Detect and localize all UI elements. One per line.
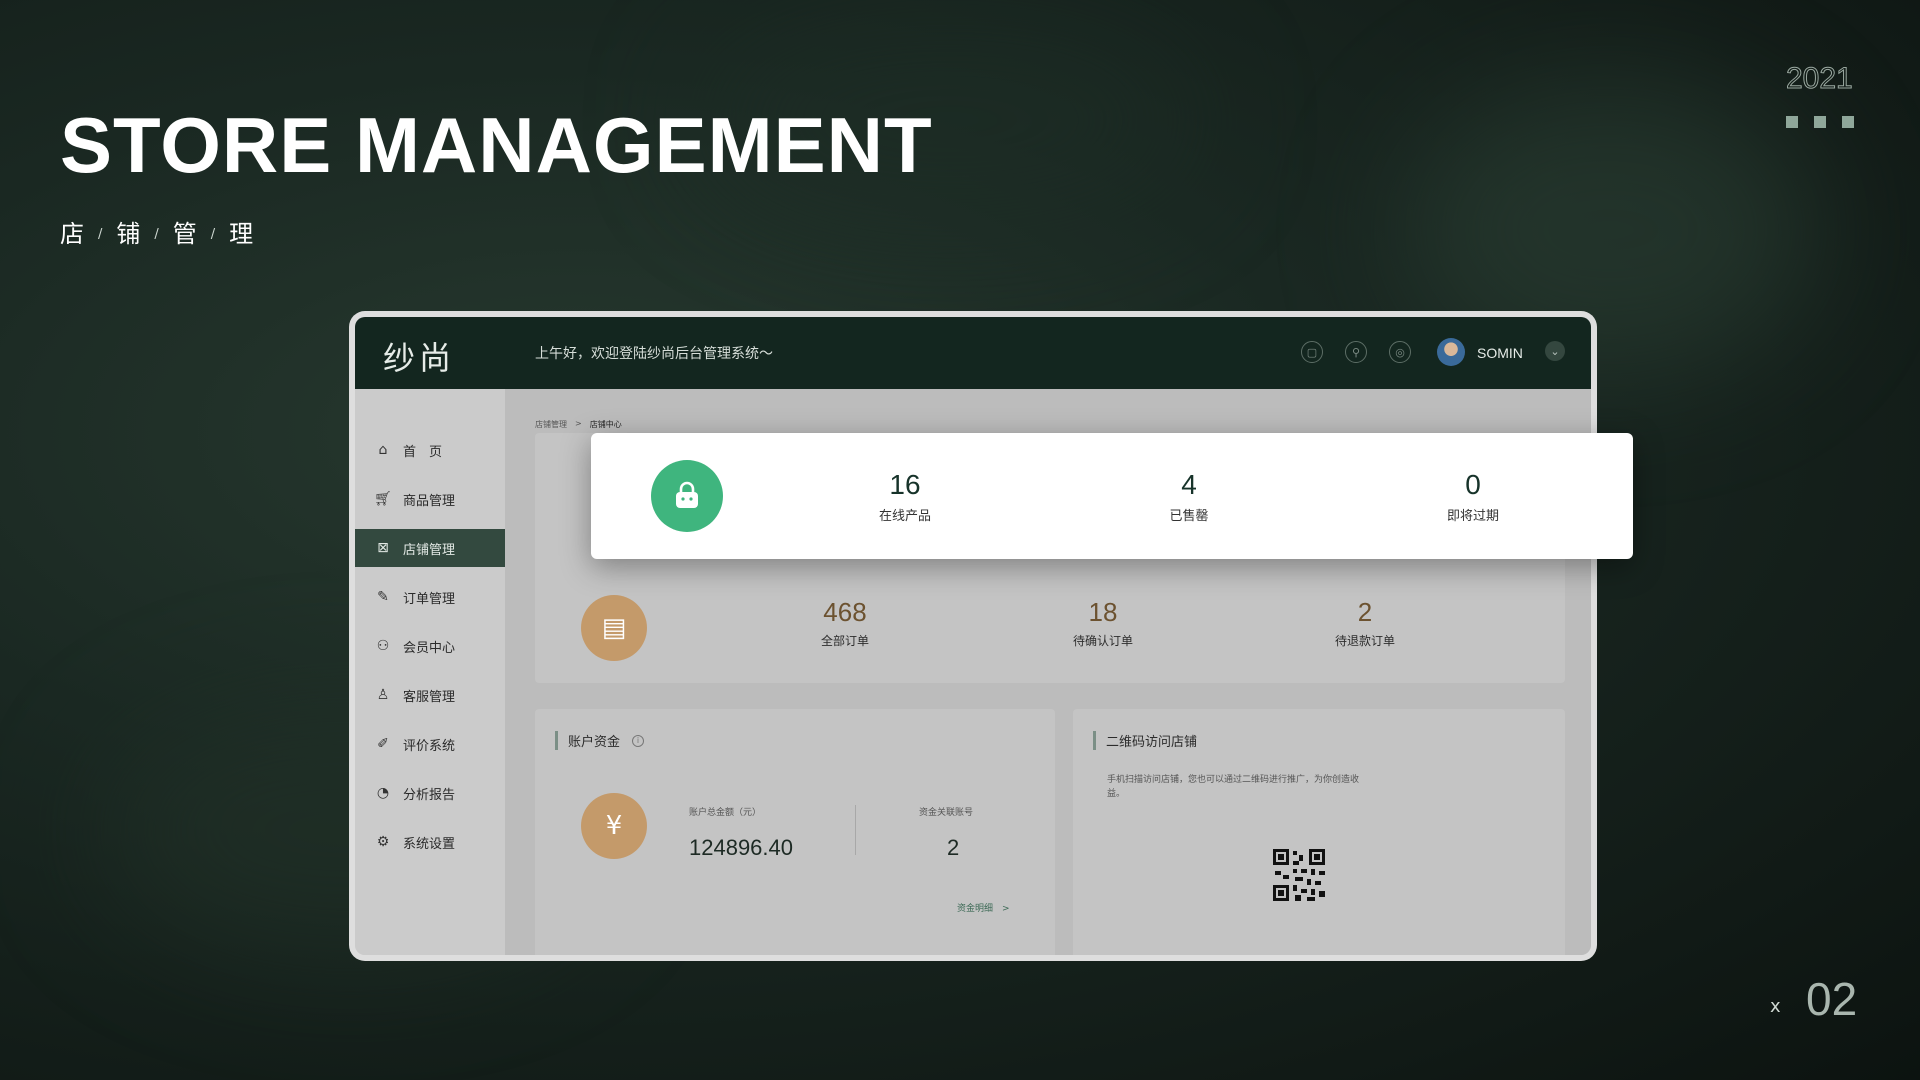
avatar[interactable] (1437, 338, 1465, 366)
page-number: 02 (1806, 973, 1858, 1025)
chart-icon: ◔ (376, 785, 390, 801)
sidebar-item-settings[interactable]: ⚙ 系统设置 (355, 823, 505, 861)
sidebar-item-label: 商品管理 (403, 493, 456, 509)
home-icon: ⌂ (378, 442, 388, 458)
sidebar-item-label: 系统设置 (403, 836, 456, 852)
stat-label: 在线产品 (878, 509, 931, 524)
subtitle-separator: / (154, 227, 159, 242)
sidebar-item-service[interactable]: ♙ 客服管理 (355, 676, 505, 714)
sidebar-item-label: 分析报告 (403, 787, 456, 803)
stat-label: 待退款订单 (1334, 634, 1395, 648)
total-amount-label: 账户总金额（元） (689, 808, 762, 818)
subtitle-separator: / (98, 227, 103, 242)
page-prefix: x (1770, 996, 1781, 1017)
calendar-icon: ▤ (581, 595, 647, 661)
stat-label: 全部订单 (820, 634, 869, 648)
message-icon[interactable]: ▢ (1301, 341, 1323, 363)
app-screen: 纱尚 上午好，欢迎登陆纱尚后台管理系统～ ▢ ⚲ ◎ SOMIN ⌄ ⌂ 首 页 … (355, 317, 1591, 955)
linked-accounts-value: 2 (947, 835, 960, 860)
card-title: 账户资金 i (555, 731, 645, 750)
breadcrumb-current: 店铺中心 (589, 420, 622, 429)
qr-code-icon[interactable] (1271, 847, 1327, 903)
shopping-bag-icon (651, 460, 723, 532)
sidebar-item-label: 客服管理 (403, 689, 456, 705)
qr-description: 手机扫描访问店铺，您也可以通过二维码进行推广，为你创造收益。 (1107, 775, 1360, 799)
sidebar-item-label: 订单管理 (403, 591, 456, 607)
sidebar-item-label: 店铺管理 (403, 542, 456, 558)
settings-icon[interactable]: ◎ (1389, 341, 1411, 363)
sidebar-item-orders[interactable]: ✎ 订单管理 (355, 578, 505, 616)
stat-label: 已售罄 (1169, 509, 1209, 524)
welcome-message: 上午好，欢迎登陆纱尚后台管理系统～ (535, 346, 773, 362)
product-stats-popup: 16 在线产品 4 已售罄 0 即将过期 (591, 433, 1633, 559)
breadcrumb: 店铺管理 > 店铺中心 (535, 419, 622, 430)
stat-all-orders[interactable]: 468 全部订单 (785, 597, 905, 649)
divider (855, 805, 856, 855)
funds-title: 账户资金 (568, 735, 621, 750)
slide-subtitle: 店 / 铺 / 管 / 理 (60, 214, 253, 249)
stat-pending-orders[interactable]: 18 待确认订单 (1043, 597, 1163, 649)
app-logo[interactable]: 纱尚 (383, 333, 455, 379)
sidebar-item-reports[interactable]: ◔ 分析报告 (355, 774, 505, 812)
sidebar-item-members[interactable]: ⚇ 会员中心 (355, 627, 505, 665)
stat-value: 468 (823, 597, 867, 627)
funds-detail-link[interactable]: 资金明细 > (957, 901, 1010, 914)
username[interactable]: SOMIN (1477, 345, 1523, 361)
funds-card: 账户资金 i ¥ 账户总金额（元） 124896.40 资金关联账号 2 资金明… (535, 709, 1055, 955)
qr-title: 二维码访问店铺 (1106, 735, 1198, 750)
card-title: 二维码访问店铺 (1093, 731, 1197, 750)
qr-card: 二维码访问店铺 手机扫描访问店铺，您也可以通过二维码进行推广，为你创造收益。 (1073, 709, 1565, 955)
subtitle-char: 铺 (116, 220, 141, 248)
subtitle-char: 店 (60, 220, 84, 248)
info-icon[interactable]: i (632, 734, 645, 747)
stat-expiring[interactable]: 0 即将过期 (1413, 469, 1533, 524)
stat-refund-orders[interactable]: 2 待退款订单 (1305, 597, 1425, 649)
edit-icon: ✎ (377, 589, 389, 605)
stat-value: 4 (1181, 469, 1197, 500)
linked-accounts-label: 资金关联账号 (919, 808, 974, 818)
sidebar-item-label: 评价系统 (403, 738, 456, 754)
subtitle-char: 管 (172, 220, 197, 248)
breadcrumb-separator: > (575, 419, 582, 428)
device-frame: 纱尚 上午好，欢迎登陆纱尚后台管理系统～ ▢ ⚲ ◎ SOMIN ⌄ ⌂ 首 页 … (349, 311, 1597, 961)
sidebar-item-label: 会员中心 (403, 640, 456, 656)
gear-icon: ⚙ (376, 834, 390, 850)
stat-value: 18 (1088, 597, 1118, 627)
stat-value: 0 (1465, 469, 1481, 500)
total-amount-value: 124896.40 (689, 835, 793, 860)
sidebar-item-store[interactable]: ⊠ 店铺管理 (355, 529, 505, 567)
stat-online-products[interactable]: 16 在线产品 (845, 469, 965, 524)
stat-value: 16 (889, 469, 921, 500)
slide-title: STORE MANAGEMENT (60, 101, 933, 189)
subtitle-separator: / (210, 227, 216, 242)
decorative-dots (1786, 116, 1854, 128)
chevron-down-icon[interactable]: ⌄ (1545, 341, 1565, 361)
search-icon[interactable]: ⚲ (1345, 341, 1367, 363)
user-icon: ♙ (376, 687, 390, 703)
store-icon: ⊠ (377, 540, 389, 556)
top-bar: 纱尚 上午好，欢迎登陆纱尚后台管理系统～ ▢ ⚲ ◎ SOMIN ⌄ (355, 317, 1591, 389)
yuan-icon: ¥ (581, 793, 647, 859)
sidebar-item-products[interactable]: 🛒︎ 商品管理 (355, 480, 505, 518)
slide-year: 2021 (1786, 62, 1854, 96)
sidebar: ⌂ 首 页 🛒︎ 商品管理 ⊠ 店铺管理 ✎ 订单管理 ⚇ 会员中心 ♙ 客服管理 ✐ 评价系… (355, 389, 505, 955)
stat-sold-out[interactable]: 4 已售罄 (1129, 469, 1249, 524)
stat-value: 2 (1357, 597, 1373, 627)
stat-label: 即将过期 (1446, 509, 1499, 524)
stat-label: 待确认订单 (1072, 634, 1133, 648)
subtitle-char: 理 (229, 220, 254, 248)
cart-icon: 🛒︎ (374, 491, 392, 507)
sidebar-item-home[interactable]: ⌂ 首 页 (355, 431, 505, 469)
members-icon: ⚇ (376, 638, 390, 654)
pen-icon: ✐ (377, 736, 389, 752)
breadcrumb-parent[interactable]: 店铺管理 (535, 419, 567, 430)
sidebar-item-reviews[interactable]: ✐ 评价系统 (355, 725, 505, 763)
sidebar-item-label: 首 页 (403, 444, 443, 460)
